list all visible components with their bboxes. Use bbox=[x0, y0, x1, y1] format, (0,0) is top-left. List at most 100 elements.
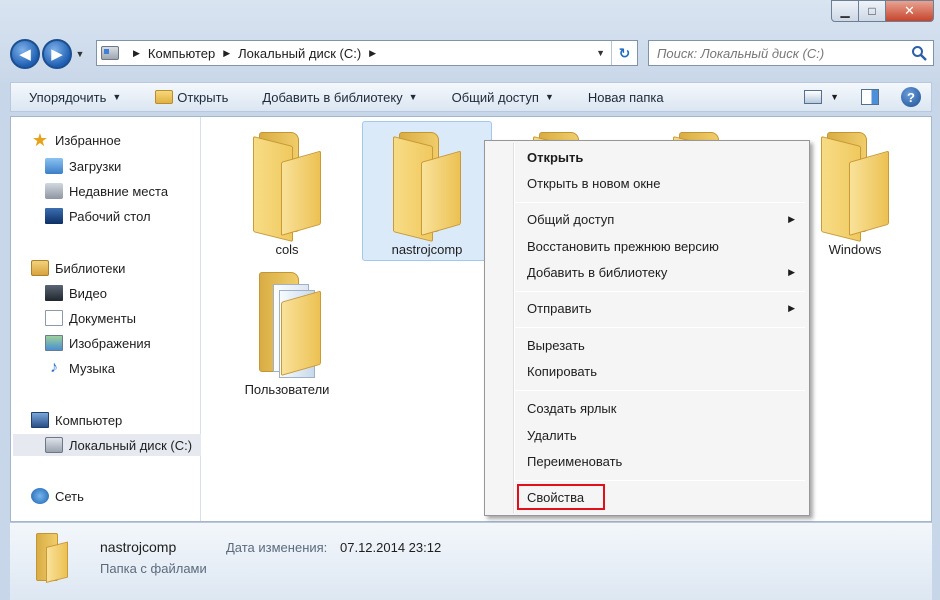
menu-item-label: Вырезать bbox=[527, 337, 585, 353]
menu-separator bbox=[515, 327, 805, 328]
chevron-down-icon: ▼ bbox=[112, 92, 122, 102]
menu-item-label: Переименовать bbox=[527, 453, 623, 469]
sidebar-item-label: Избранное bbox=[55, 132, 121, 148]
share-button[interactable]: Общий доступ ▼ bbox=[452, 90, 554, 105]
close-button[interactable]: ✕ bbox=[886, 0, 934, 22]
minimize-button[interactable]: ▁ bbox=[831, 0, 859, 22]
menu-item-label: Открыть bbox=[527, 149, 584, 165]
drive-icon bbox=[101, 46, 119, 60]
sidebar-item-desktop[interactable]: Рабочий стол bbox=[45, 205, 151, 227]
sidebar-item-music[interactable]: ♪ Музыка bbox=[45, 357, 115, 379]
details-date-value: 07.12.2014 23:12 bbox=[340, 540, 442, 555]
new-folder-label: Новая папка bbox=[587, 89, 664, 105]
chevron-down-icon: ▼ bbox=[408, 92, 418, 102]
organize-button[interactable]: Упорядочить ▼ bbox=[29, 90, 121, 105]
breadcrumb-separator[interactable]: ▶ bbox=[369, 48, 376, 59]
menu-item-label: Восстановить прежнюю версию bbox=[527, 238, 719, 254]
menu-item-send-to[interactable]: Отправить ▶ bbox=[485, 295, 809, 321]
folder-label: nastrojcomp bbox=[391, 242, 463, 257]
folder-item-nastrojcomp[interactable]: nastrojcomp bbox=[362, 121, 492, 261]
view-options-dropdown[interactable]: ▼ bbox=[830, 92, 839, 102]
submenu-arrow-icon: ▶ bbox=[788, 302, 795, 313]
refresh-button[interactable]: ↻ bbox=[611, 41, 637, 65]
menu-item-label: Добавить в библиотеку bbox=[527, 264, 668, 280]
address-dropdown[interactable]: ▼ bbox=[596, 48, 605, 58]
details-date-label: Дата изменения: bbox=[226, 540, 328, 555]
menu-item-cut[interactable]: Вырезать bbox=[485, 332, 809, 358]
music-icon: ♪ bbox=[50, 359, 58, 376]
sidebar-item-libraries[interactable]: Библиотеки bbox=[31, 257, 125, 279]
documents-icon bbox=[45, 310, 63, 326]
sidebar-item-downloads[interactable]: Загрузки bbox=[45, 155, 121, 177]
menu-item-label: Общий доступ bbox=[527, 211, 615, 227]
menu-item-label: Открыть в новом окне bbox=[527, 175, 661, 191]
open-folder-icon bbox=[155, 90, 174, 104]
maximize-button[interactable]: □ bbox=[859, 0, 886, 22]
sidebar-item-label: Видео bbox=[69, 285, 107, 301]
breadcrumb-local-disk[interactable]: Локальный диск (C:) bbox=[238, 46, 361, 61]
change-view-icon[interactable] bbox=[804, 90, 823, 104]
downloads-icon bbox=[45, 158, 63, 174]
menu-item-copy[interactable]: Копировать bbox=[485, 358, 809, 384]
sidebar-item-label: Библиотеки bbox=[55, 260, 126, 276]
help-icon[interactable]: ? bbox=[901, 87, 921, 107]
search-placeholder: Поиск: Локальный диск (C:) bbox=[657, 45, 825, 61]
pictures-icon bbox=[45, 335, 63, 351]
address-bar[interactable]: ▶ Компьютер ▶ Локальный диск (C:) ▶ ▼ ↻ bbox=[96, 40, 638, 66]
desktop-icon bbox=[45, 208, 63, 224]
sidebar-item-label: Сеть bbox=[55, 488, 84, 504]
menu-item-delete[interactable]: Удалить bbox=[485, 422, 809, 448]
breadcrumb-computer[interactable]: Компьютер bbox=[148, 46, 215, 61]
menu-item-open-new-window[interactable]: Открыть в новом окне bbox=[485, 170, 809, 196]
menu-item-restore-previous-version[interactable]: Восстановить прежнюю версию bbox=[485, 233, 809, 259]
recent-places-icon bbox=[45, 183, 63, 199]
sidebar-item-local-disk[interactable]: Локальный диск (C:) bbox=[13, 434, 201, 456]
sidebar-item-label: Музыка bbox=[69, 360, 115, 376]
recent-pages-dropdown[interactable]: ▼ bbox=[74, 49, 86, 59]
breadcrumb-separator[interactable]: ▶ bbox=[223, 48, 230, 59]
folder-item-cols[interactable]: cols bbox=[222, 121, 352, 261]
menu-item-create-shortcut[interactable]: Создать ярлык bbox=[485, 395, 809, 421]
menu-item-properties[interactable]: Свойства bbox=[485, 484, 809, 510]
sidebar-item-label: Компьютер bbox=[55, 412, 123, 428]
star-icon: ★ bbox=[31, 130, 49, 150]
navigation-bar: ◀ ▶ ▼ ▶ Компьютер ▶ Локальный диск (C:) … bbox=[10, 36, 934, 72]
add-to-library-label: Добавить в библиотеку bbox=[262, 89, 403, 105]
menu-item-add-to-library[interactable]: Добавить в библиотеку ▶ bbox=[485, 259, 809, 285]
sidebar-item-documents[interactable]: Документы bbox=[45, 307, 136, 329]
command-bar: Упорядочить ▼ Открыть Добавить в библиоте… bbox=[10, 82, 932, 112]
folder-icon bbox=[821, 132, 895, 242]
sidebar-item-label: Документы bbox=[69, 310, 137, 326]
folder-item-users[interactable]: Пользователи bbox=[222, 261, 352, 401]
sidebar-item-computer[interactable]: Компьютер bbox=[31, 409, 122, 431]
sidebar-item-pictures[interactable]: Изображения bbox=[45, 332, 151, 354]
folder-icon bbox=[32, 533, 72, 583]
search-icon[interactable] bbox=[911, 45, 927, 61]
navigation-pane[interactable]: ★ Избранное Загрузки Недавние места Рабоч… bbox=[11, 117, 201, 521]
sidebar-item-favorites[interactable]: ★ Избранное bbox=[31, 129, 121, 151]
back-button[interactable]: ◀ bbox=[10, 39, 40, 69]
menu-item-share[interactable]: Общий доступ ▶ bbox=[485, 206, 809, 232]
network-icon bbox=[31, 488, 49, 504]
forward-button[interactable]: ▶ bbox=[42, 39, 72, 69]
folder-icon bbox=[253, 272, 327, 378]
add-to-library-button[interactable]: Добавить в библиотеку ▼ bbox=[262, 90, 417, 105]
chevron-down-icon: ▼ bbox=[544, 92, 554, 102]
open-button[interactable]: Открыть bbox=[155, 90, 228, 105]
preview-pane-icon[interactable] bbox=[861, 89, 879, 105]
sidebar-item-recent-places[interactable]: Недавние места bbox=[45, 180, 168, 202]
sidebar-item-video[interactable]: Видео bbox=[45, 282, 107, 304]
back-arrow-icon: ◀ bbox=[19, 46, 31, 63]
menu-item-label: Копировать bbox=[527, 363, 597, 379]
menu-item-open[interactable]: Открыть bbox=[485, 144, 809, 170]
breadcrumb-separator[interactable]: ▶ bbox=[133, 48, 140, 59]
menu-item-rename[interactable]: Переименовать bbox=[485, 448, 809, 474]
open-label: Открыть bbox=[177, 89, 229, 105]
search-input[interactable]: Поиск: Локальный диск (C:) bbox=[648, 40, 934, 66]
folder-icon bbox=[253, 132, 327, 242]
libraries-icon bbox=[31, 260, 49, 276]
sidebar-item-network[interactable]: Сеть bbox=[31, 485, 84, 507]
new-folder-button[interactable]: Новая папка bbox=[588, 90, 664, 105]
sidebar-item-label: Изображения bbox=[69, 335, 151, 351]
menu-item-label: Удалить bbox=[527, 427, 577, 443]
